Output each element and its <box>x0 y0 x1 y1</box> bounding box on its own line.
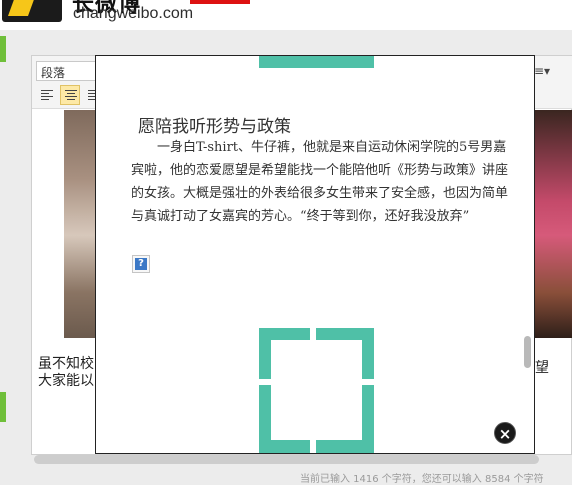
preview-dialog: 愿陪我听形势与政策 一身白T-shirt、牛仔裤，他就是来自运动休闲学院的5号男… <box>95 55 535 454</box>
paragraph-format-select[interactable]: 段落 <box>36 61 98 81</box>
toolbar-list-menu-icon[interactable]: ≡▾ <box>534 64 550 78</box>
article-photo <box>64 110 96 338</box>
article-title: 愿陪我听形势与政策 <box>138 117 291 137</box>
help-icon[interactable]: ? <box>132 255 150 273</box>
horizontal-scrollbar[interactable] <box>34 455 539 464</box>
side-accent-strip <box>0 392 6 422</box>
side-accent-strip <box>0 36 6 62</box>
dialog-vertical-scrollbar[interactable] <box>524 336 531 368</box>
teal-frame-decoration <box>259 56 374 68</box>
header-red-tag <box>190 0 250 4</box>
editor-text-line: 望 <box>535 360 549 376</box>
site-domain[interactable]: changweibo.com <box>73 5 193 23</box>
align-left-icon[interactable] <box>37 85 57 105</box>
align-center-icon[interactable] <box>60 85 80 105</box>
close-icon[interactable]: × <box>494 422 516 444</box>
article-photo <box>534 110 572 338</box>
site-logo-icon[interactable] <box>2 0 62 22</box>
editor-text-line: 大家能以 <box>38 373 94 389</box>
char-count-status: 当前已输入 1416 个字符，您还可以输入 8584 个字符 <box>300 474 544 485</box>
article-body: 一身白T-shirt、牛仔裤，他就是来自运动休闲学院的5号男嘉宾啦，他的恋爱愿望… <box>131 140 509 224</box>
image-placeholder <box>271 340 362 440</box>
logo-stripe <box>7 0 37 16</box>
